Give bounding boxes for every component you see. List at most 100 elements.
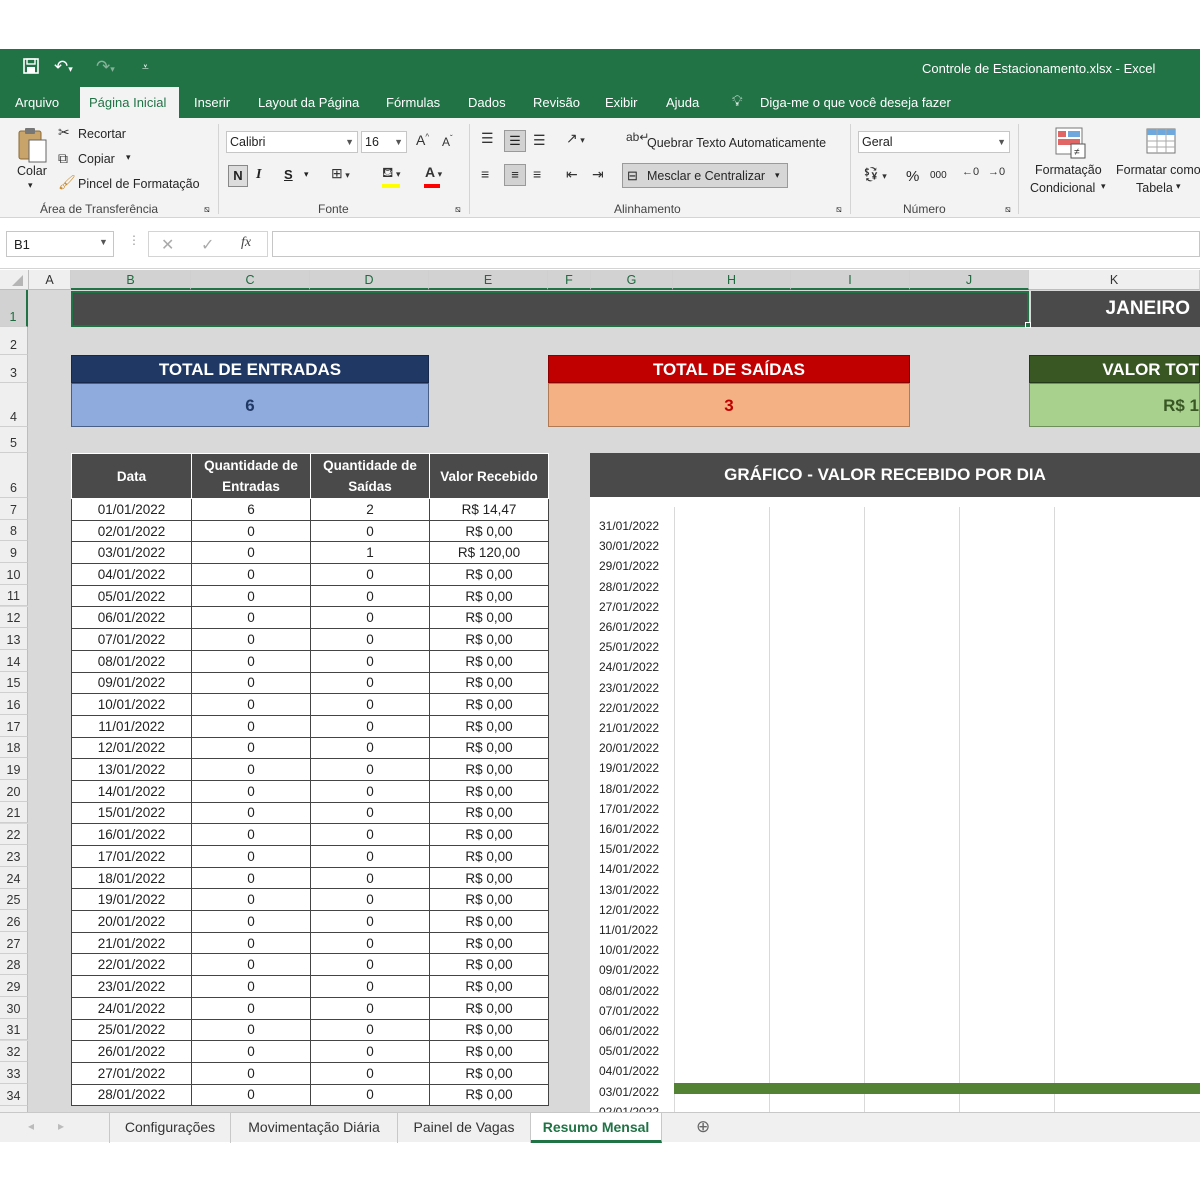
clipboard-launcher-icon[interactable]: ⧅ [204,204,210,215]
cell-valor[interactable]: R$ 0,00 [429,1040,549,1063]
chevron-down-icon[interactable]: ▾ [1101,181,1106,192]
row-header[interactable]: 25 [0,888,28,911]
add-sheet-icon[interactable]: ⊕ [696,1117,710,1137]
row-header[interactable]: 15 [0,671,28,694]
row-header[interactable]: 23 [0,845,28,867]
cell-saidas[interactable]: 0 [310,1040,430,1063]
font-name-combo[interactable]: Calibri ▼ [226,131,358,153]
worksheet[interactable]: A B C D E F G H I J K 1 2 3 4 5 6 7 8 9 … [0,270,1200,1112]
row-header[interactable]: 4 [0,383,28,427]
cut-button[interactable]: Recortar [78,127,126,141]
row-header[interactable]: 18 [0,736,28,759]
cell-saidas[interactable]: 0 [310,628,430,651]
cell-valor[interactable]: R$ 0,00 [429,584,549,608]
cell-valor[interactable]: R$ 0,00 [429,888,549,912]
column-header[interactable]: F [548,270,591,290]
cell-date[interactable]: 01/01/2022 [71,498,192,521]
font-size-combo[interactable]: 16 ▼ [361,131,407,153]
formula-input[interactable] [272,231,1200,257]
cell-date[interactable]: 03/01/2022 [71,541,192,565]
cell-date[interactable]: 21/01/2022 [71,931,192,955]
cell-date[interactable]: 10/01/2022 [71,693,192,716]
cell-valor[interactable]: R$ 0,00 [429,953,549,977]
format-painter-button[interactable]: Pincel de Formatação [78,177,200,191]
cell-entradas[interactable]: 0 [191,519,311,543]
cell-valor[interactable]: R$ 0,00 [429,910,549,933]
scroll-left-icon[interactable]: ◂ [28,1119,34,1133]
cell-saidas[interactable]: 0 [310,758,430,781]
cell-saidas[interactable]: 0 [310,931,430,955]
column-header[interactable]: K [1029,270,1200,290]
cell-valor[interactable]: R$ 0,00 [429,823,549,846]
cell-saidas[interactable]: 0 [310,801,430,825]
cell-entradas[interactable]: 6 [191,498,311,521]
merge-center-button[interactable]: ⊟ Mesclar e Centralizar ▾ [622,163,788,188]
orientation-icon[interactable]: ↗ ▾ [566,130,585,147]
cell-valor[interactable]: R$ 0,00 [429,975,549,998]
paste-dropdown-icon[interactable]: ▾ [28,180,33,191]
cell-saidas[interactable]: 0 [310,953,430,977]
cell-entradas[interactable]: 0 [191,628,311,651]
cell-entradas[interactable]: 0 [191,649,311,673]
tab-pagina-inicial[interactable]: Página Inicial [80,87,179,118]
align-right-icon[interactable]: ≡ [533,166,541,182]
cell-date[interactable]: 27/01/2022 [71,1061,192,1085]
row-header[interactable]: 6 [0,453,28,498]
row-header[interactable]: 21 [0,801,28,824]
increase-decimal-icon[interactable]: ←0 [962,166,979,178]
cell-date[interactable]: 11/01/2022 [71,714,192,738]
bar-chart[interactable]: GRÁFICO - VALOR RECEBIDO POR DIA 31/01/2… [590,453,1200,1112]
align-center-icon[interactable]: ≡ [504,164,526,186]
column-header[interactable]: C [191,270,310,290]
format-as-table-label-2[interactable]: Tabela [1136,181,1173,195]
cell-valor[interactable]: R$ 0,00 [429,649,549,673]
cell-saidas[interactable]: 0 [310,779,430,803]
row-header[interactable]: 7 [0,498,28,520]
cell-entradas[interactable]: 0 [191,736,311,760]
cell-valor[interactable]: R$ 0,00 [429,845,549,868]
cell-entradas[interactable]: 0 [191,931,311,955]
select-all-corner[interactable] [0,270,29,290]
row-header[interactable]: 33 [0,1062,28,1084]
tab-revisao[interactable]: Revisão [524,87,589,118]
tab-dados[interactable]: Dados [459,87,515,118]
shrink-font-icon[interactable]: Aˇ [442,134,453,149]
cell-saidas[interactable]: 0 [310,714,430,738]
tab-arquivo[interactable]: Arquivo [6,87,68,118]
paste-icon[interactable] [16,126,50,169]
font-color-icon[interactable]: A ▾ [425,164,442,180]
cell-valor[interactable]: R$ 0,00 [429,1083,549,1107]
cell-entradas[interactable]: 0 [191,1061,311,1085]
tab-formulas[interactable]: Fórmulas [377,87,449,118]
cell-date[interactable]: 08/01/2022 [71,649,192,673]
cell-valor[interactable]: R$ 0,00 [429,519,549,543]
cell-date[interactable]: 09/01/2022 [71,671,192,695]
column-header[interactable]: I [791,270,910,290]
cell-valor[interactable]: R$ 0,00 [429,931,549,955]
cell-date[interactable]: 04/01/2022 [71,563,192,586]
row-header[interactable]: 31 [0,1018,28,1041]
column-header[interactable]: E [429,270,548,290]
row-header[interactable]: 27 [0,932,28,954]
fill-color-icon[interactable]: ⛾ ▾ [382,164,400,183]
cell-saidas[interactable]: 0 [310,563,430,586]
cell-saidas[interactable]: 0 [310,910,430,933]
italic-button[interactable]: I [256,167,261,183]
row-header[interactable]: 2 [0,327,28,355]
format-painter-icon[interactable]: 🖌︎ [58,174,76,191]
cell-date[interactable]: 15/01/2022 [71,801,192,825]
row-header[interactable]: 22 [0,823,28,846]
cell-saidas[interactable]: 0 [310,736,430,760]
cell-valor[interactable]: R$ 0,00 [429,606,549,630]
cell-entradas[interactable]: 0 [191,1040,311,1063]
cell-valor[interactable]: R$ 0,00 [429,563,549,586]
number-launcher-icon[interactable]: ⧅ [1005,204,1011,215]
cell-date[interactable]: 22/01/2022 [71,953,192,977]
row-header[interactable]: 10 [0,563,28,585]
row-header[interactable]: 13 [0,628,28,650]
cell-valor[interactable]: R$ 0,00 [429,693,549,716]
cell-date[interactable]: 16/01/2022 [71,823,192,846]
insert-function-icon[interactable]: fx [241,235,251,251]
cell-saidas[interactable]: 2 [310,498,430,521]
cell-entradas[interactable]: 0 [191,910,311,933]
